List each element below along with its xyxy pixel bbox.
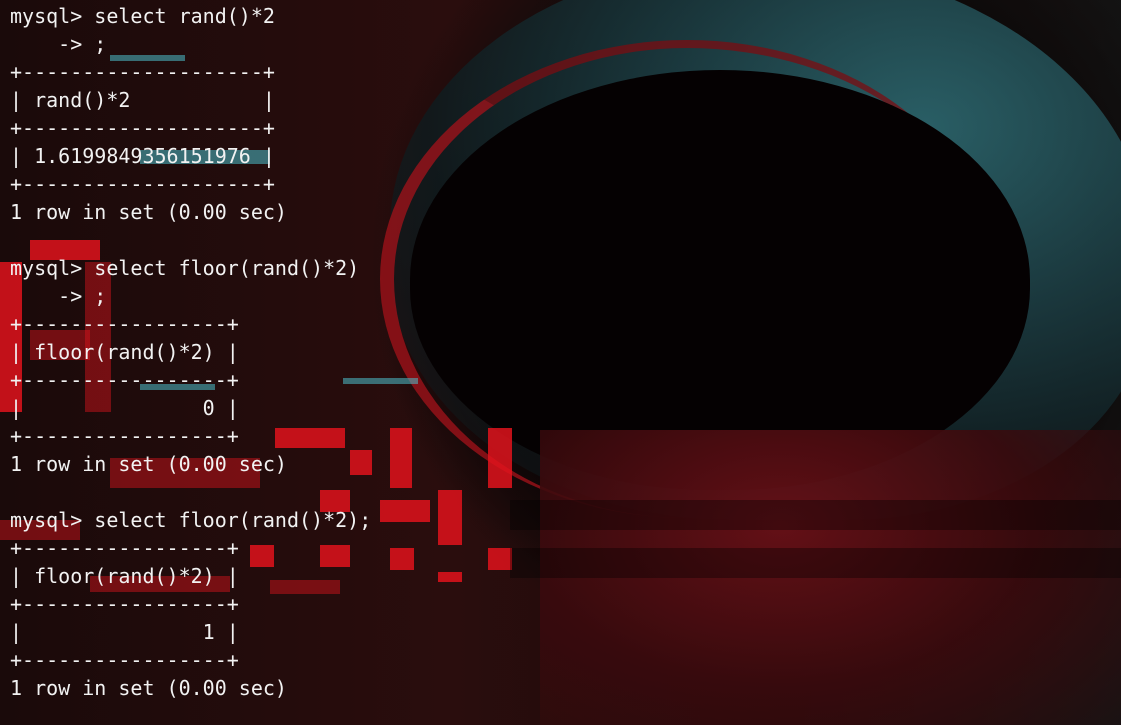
pixel-block [488, 548, 512, 570]
table-border-line: +--------------------+ [10, 172, 275, 196]
pixel-block [390, 428, 412, 488]
pixel-block [390, 548, 414, 570]
table-row-line: | 1 | [10, 620, 239, 644]
pixel-block [438, 572, 462, 582]
table-border-line: +-----------------+ [10, 368, 239, 392]
continuation-prompt-line: -> ; [10, 284, 107, 308]
table-border-line: +--------------------+ [10, 116, 275, 140]
mysql-prompt-line: mysql> select floor(rand()*2) [10, 256, 360, 280]
pixel-block [380, 500, 430, 522]
table-row-line: | rand()*2 | [10, 88, 275, 112]
table-row-line: | floor(rand()*2) | [10, 564, 239, 588]
mysql-prompt-line: mysql> select floor(rand()*2); [10, 508, 372, 532]
pixel-block [488, 428, 512, 488]
continuation-prompt-line: -> ; [10, 32, 107, 56]
terminal-output[interactable]: mysql> select rand()*2 -> ; +------------… [10, 2, 371, 702]
table-border-line: +-----------------+ [10, 648, 239, 672]
table-row-line: | floor(rand()*2) | [10, 340, 239, 364]
table-border-line: +-----------------+ [10, 312, 239, 336]
mysql-terminal-window[interactable]: mysql> select rand()*2 -> ; +------------… [0, 0, 1121, 725]
table-border-line: +-----------------+ [10, 536, 239, 560]
result-summary-line: 1 row in set (0.00 sec) [10, 676, 287, 700]
result-summary-line: 1 row in set (0.00 sec) [10, 200, 287, 224]
result-summary-line: 1 row in set (0.00 sec) [10, 452, 287, 476]
hood-shadow-face [410, 70, 1030, 490]
table-row-line: | 1.6199849356151976 | [10, 144, 275, 168]
glitch-scanline [510, 500, 1121, 530]
glitch-scanline [510, 548, 1121, 578]
pixel-block [438, 490, 462, 545]
table-border-line: +-----------------+ [10, 592, 239, 616]
table-border-line: +-----------------+ [10, 424, 239, 448]
mysql-prompt-line: mysql> select rand()*2 [10, 4, 275, 28]
table-row-line: | 0 | [10, 396, 239, 420]
table-border-line: +--------------------+ [10, 60, 275, 84]
